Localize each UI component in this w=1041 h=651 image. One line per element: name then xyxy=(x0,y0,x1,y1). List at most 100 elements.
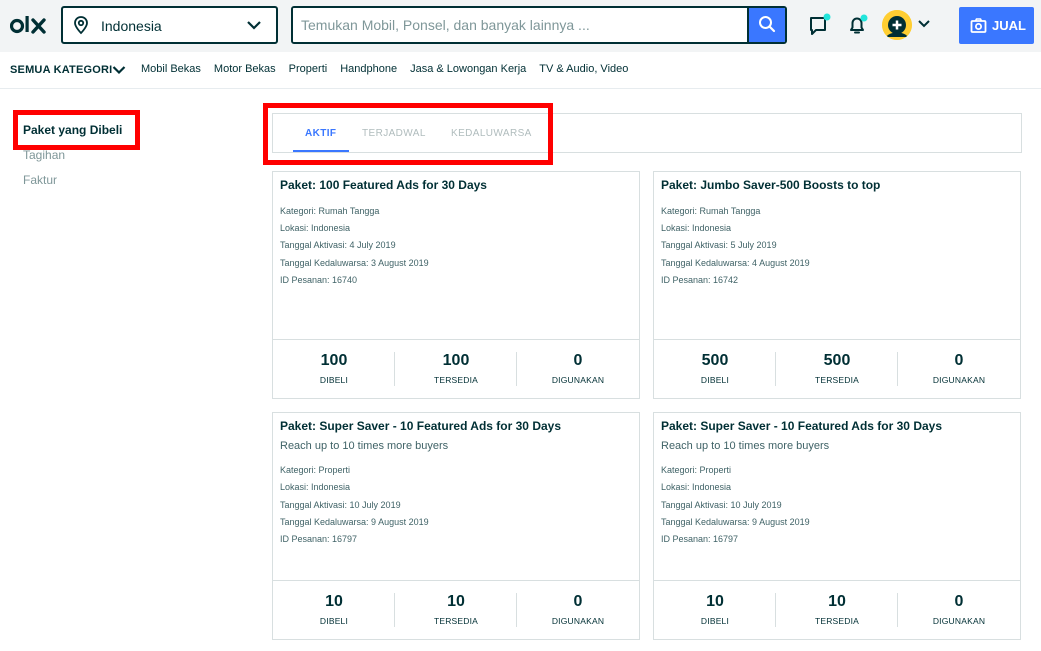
package-card: Paket: Jumbo Saver-500 Boosts to top Kat… xyxy=(653,171,1021,399)
package-location: Lokasi: Indonesia xyxy=(661,223,732,233)
sell-label: JUAL xyxy=(992,18,1026,33)
package-activation-date: Tanggal Aktivasi: 5 July 2019 xyxy=(661,240,777,250)
package-card: Paket: Super Saver - 10 Featured Ads for… xyxy=(272,412,640,640)
search-button[interactable] xyxy=(747,8,785,42)
category-link-mobil-bekas[interactable]: Mobil Bekas xyxy=(141,63,201,75)
stat-available: 10 TERSEDIA xyxy=(395,581,517,640)
avatar-icon xyxy=(882,10,912,40)
package-card: Paket: Super Saver - 10 Featured Ads for… xyxy=(653,412,1021,640)
package-activation-date: Tanggal Aktivasi: 4 July 2019 xyxy=(280,240,396,250)
user-avatar[interactable] xyxy=(882,10,912,40)
location-selector[interactable]: Indonesia xyxy=(61,6,278,44)
stat-used: 0 DIGUNAKAN xyxy=(517,340,639,399)
package-location: Lokasi: Indonesia xyxy=(280,482,351,492)
package-title: Paket: Super Saver - 10 Featured Ads for… xyxy=(280,419,562,433)
location-pin-icon xyxy=(74,16,88,35)
stat-value: 500 xyxy=(823,352,851,369)
stat-value: 10 xyxy=(828,593,846,610)
category-link-properti[interactable]: Properti xyxy=(289,63,328,75)
category-link-motor-bekas[interactable]: Motor Bekas xyxy=(214,63,276,75)
stat-value: 10 xyxy=(447,593,465,610)
stat-used: 0 DIGUNAKAN xyxy=(898,340,1020,399)
category-links: Mobil Bekas Motor Bekas Properti Handpho… xyxy=(141,63,641,75)
stat-label: DIGUNAKAN xyxy=(551,616,605,626)
package-order-id: ID Pesanan: 16797 xyxy=(280,534,358,544)
package-stats: 500 DIBELI 500 TERSEDIA 0 DIGUNAKAN xyxy=(654,339,1020,398)
stat-label: DIGUNAKAN xyxy=(551,375,605,385)
stat-label: TERSEDIA xyxy=(433,616,479,626)
package-category: Kategori: Rumah Tangga xyxy=(661,206,761,216)
olx-logo[interactable] xyxy=(10,12,50,38)
package-activation-date: Tanggal Aktivasi: 10 July 2019 xyxy=(661,500,782,510)
tabs-highlight-box xyxy=(263,103,553,165)
chevron-down-icon xyxy=(247,21,261,30)
stat-label: DIBELI xyxy=(319,375,349,385)
chevron-down-icon[interactable] xyxy=(112,65,126,75)
category-link-jasa-lowongan[interactable]: Jasa & Lowongan Kerja xyxy=(410,63,526,75)
search-input[interactable] xyxy=(293,8,748,42)
chat-icon[interactable] xyxy=(808,13,832,37)
stat-value: 100 xyxy=(442,352,470,369)
package-category: Kategori: Properti xyxy=(661,465,732,475)
package-location: Lokasi: Indonesia xyxy=(280,223,351,233)
package-expiry-date: Tanggal Kedaluwarsa: 9 August 2019 xyxy=(280,517,429,527)
stat-value: 10 xyxy=(325,593,343,610)
package-order-id: ID Pesanan: 16742 xyxy=(661,275,739,285)
stat-used: 0 DIGUNAKAN xyxy=(517,581,639,640)
package-subtitle: Reach up to 10 times more buyers xyxy=(661,440,830,452)
camera-icon xyxy=(970,18,987,33)
stat-label: DIBELI xyxy=(319,616,349,626)
package-order-id: ID Pesanan: 16740 xyxy=(280,275,358,285)
stat-label: DIGUNAKAN xyxy=(932,616,986,626)
package-location: Lokasi: Indonesia xyxy=(661,482,732,492)
search-icon xyxy=(759,16,776,33)
package-expiry-date: Tanggal Kedaluwarsa: 9 August 2019 xyxy=(661,517,810,527)
package-title: Paket: 100 Featured Ads for 30 Days xyxy=(280,178,487,192)
sidebar-item-faktur[interactable]: Faktur xyxy=(23,173,57,187)
package-subtitle: Reach up to 10 times more buyers xyxy=(280,440,449,452)
package-title: Paket: Jumbo Saver-500 Boosts to top xyxy=(661,178,881,192)
package-stats: 10 DIBELI 10 TERSEDIA 0 DIGUNAKAN xyxy=(654,580,1020,639)
stat-value: 0 xyxy=(573,352,583,369)
stat-label: TERSEDIA xyxy=(814,375,860,385)
package-category: Kategori: Properti xyxy=(280,465,351,475)
stat-label: DIBELI xyxy=(700,375,730,385)
all-categories-button[interactable]: SEMUA KATEGORI xyxy=(10,64,112,76)
stat-purchased: 10 DIBELI xyxy=(273,581,395,640)
stat-purchased: 100 DIBELI xyxy=(273,340,395,399)
stat-value: 0 xyxy=(573,593,583,610)
stat-label: DIGUNAKAN xyxy=(932,375,986,385)
stat-purchased: 500 DIBELI xyxy=(654,340,776,399)
stat-used: 0 DIGUNAKAN xyxy=(898,581,1020,640)
category-link-tv-audio[interactable]: TV & Audio, Video xyxy=(539,63,628,75)
package-expiry-date: Tanggal Kedaluwarsa: 3 August 2019 xyxy=(280,258,429,268)
package-stats: 10 DIBELI 10 TERSEDIA 0 DIGUNAKAN xyxy=(273,580,639,639)
top-header: Indonesia Temukan Mobil, Ponsel, dan ban… xyxy=(0,0,1041,52)
stat-available: 100 TERSEDIA xyxy=(395,340,517,399)
sidebar-item-paket-dibeli[interactable]: Paket yang Dibeli xyxy=(23,123,122,137)
search-box xyxy=(291,6,787,44)
package-activation-date: Tanggal Aktivasi: 10 July 2019 xyxy=(280,500,401,510)
package-card: Paket: 100 Featured Ads for 30 Days Kate… xyxy=(272,171,640,399)
profile-menu-chevron-icon[interactable] xyxy=(917,19,931,29)
package-category: Kategori: Rumah Tangga xyxy=(280,206,380,216)
stat-value: 0 xyxy=(954,352,964,369)
sidebar-item-tagihan[interactable]: Tagihan xyxy=(23,148,65,162)
stat-available: 500 TERSEDIA xyxy=(776,340,898,399)
package-title: Paket: Super Saver - 10 Featured Ads for… xyxy=(661,419,943,433)
stat-label: TERSEDIA xyxy=(433,375,479,385)
package-order-id: ID Pesanan: 16797 xyxy=(661,534,739,544)
notification-bell-icon[interactable] xyxy=(846,13,870,37)
stat-value: 10 xyxy=(706,593,724,610)
location-value: Indonesia xyxy=(101,18,162,34)
stat-value: 500 xyxy=(701,352,729,369)
stat-available: 10 TERSEDIA xyxy=(776,581,898,640)
stat-value: 100 xyxy=(320,352,348,369)
category-link-handphone[interactable]: Handphone xyxy=(340,63,397,75)
package-expiry-date: Tanggal Kedaluwarsa: 4 August 2019 xyxy=(661,258,810,268)
stat-label: DIBELI xyxy=(700,616,730,626)
stat-purchased: 10 DIBELI xyxy=(654,581,776,640)
stat-value: 0 xyxy=(954,593,964,610)
category-bar: SEMUA KATEGORI Mobil Bekas Motor Bekas P… xyxy=(0,52,1041,89)
sell-button[interactable]: JUAL xyxy=(959,7,1034,44)
